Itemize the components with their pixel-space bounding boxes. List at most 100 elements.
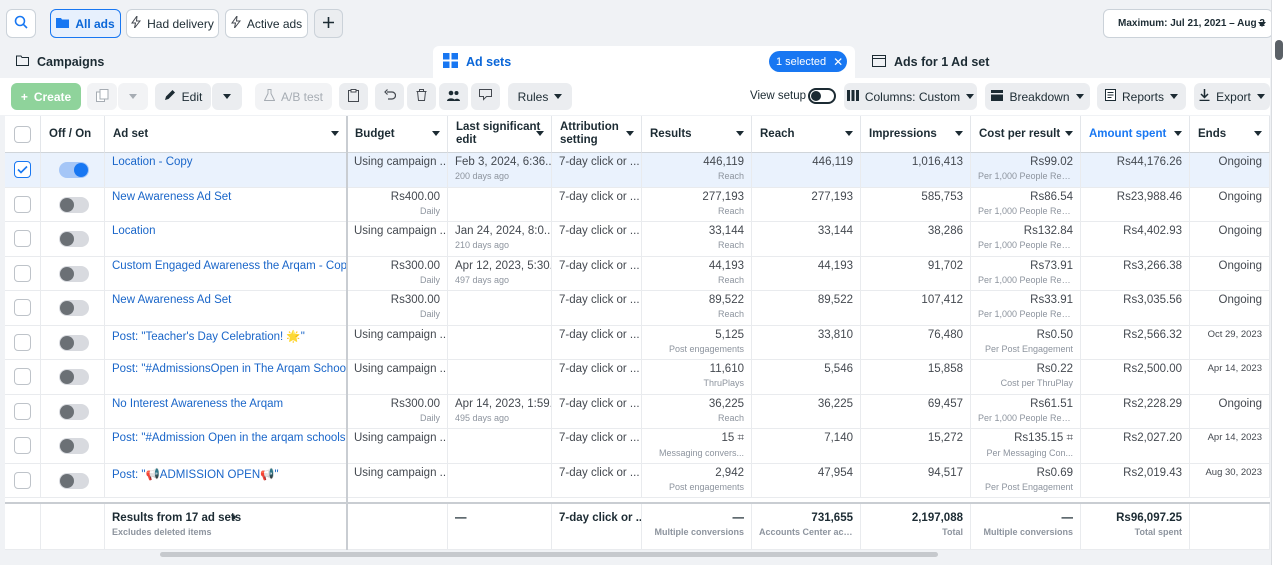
audience-button[interactable]	[439, 83, 468, 110]
col-ends[interactable]: Ends	[1190, 116, 1270, 153]
delivery-toggle[interactable]	[59, 472, 89, 489]
ad-set-name-link[interactable]: Post: "#AdmissionsOpen in The Arqam Scho…	[112, 363, 346, 375]
duplicate-dropdown[interactable]	[118, 83, 148, 110]
table-row[interactable]: Location - Copy Using campaign ... Feb 3, …	[5, 153, 1270, 188]
row-checkbox[interactable]	[14, 230, 31, 247]
col-off-on[interactable]: Off / On	[41, 116, 105, 153]
sort-caret-icon[interactable]	[1065, 131, 1073, 136]
delete-button[interactable]	[407, 83, 436, 110]
col-attribution[interactable]: Attribution setting	[552, 116, 642, 153]
delivery-toggle[interactable]	[59, 162, 89, 178]
delivery-toggle[interactable]	[59, 231, 89, 247]
ad-set-name-link[interactable]: Location	[112, 225, 155, 237]
duplicate-button[interactable]	[87, 83, 117, 110]
export-button[interactable]: Export	[1194, 83, 1270, 110]
table-row[interactable]: Custom Engaged Awareness the Arqam - Cop…	[5, 256, 1270, 291]
ad-set-name-link[interactable]: Post: "#Admission Open in the arqam scho…	[112, 432, 346, 444]
sort-caret-icon[interactable]	[626, 131, 634, 136]
select-all-checkbox[interactable]	[14, 126, 31, 143]
view-setup-toggle[interactable]	[808, 88, 836, 104]
create-button[interactable]: + Create	[11, 83, 81, 110]
sort-caret-icon[interactable]	[1174, 131, 1182, 136]
selected-badge[interactable]: 1 selected ✕	[769, 51, 847, 72]
delivery-toggle[interactable]	[59, 438, 89, 454]
col-results[interactable]: Results	[642, 116, 752, 153]
tab-ad-sets[interactable]: Ad sets 1 selected ✕	[433, 46, 855, 78]
table-row[interactable]: No Interest Awareness the Arqam Rs300.00 D…	[5, 394, 1270, 429]
toggle-knob	[74, 163, 88, 177]
filter-had-delivery[interactable]: Had delivery	[126, 9, 219, 38]
tab-ads[interactable]: Ads for 1 Ad set	[862, 46, 1270, 78]
close-icon[interactable]: ✕	[833, 55, 843, 69]
col-amount-spent[interactable]: Amount spent	[1081, 116, 1190, 153]
sort-caret-icon[interactable]	[432, 131, 440, 136]
table-row[interactable]: New Awareness Ad Set Rs400.00 Daily 7-day c…	[5, 187, 1270, 222]
row-checkbox[interactable]	[14, 264, 31, 282]
ad-set-name-link[interactable]: New Awareness Ad Set	[112, 294, 231, 306]
col-impressions[interactable]: Impressions	[861, 116, 971, 153]
delivery-toggle[interactable]	[59, 403, 89, 420]
ab-test-button[interactable]: A/B test	[255, 83, 332, 110]
row-checkbox[interactable]	[14, 368, 31, 385]
sort-caret-icon[interactable]	[845, 131, 853, 136]
col-results-label: Results	[650, 127, 692, 140]
col-reach[interactable]: Reach	[752, 116, 861, 153]
search-button[interactable]	[6, 9, 36, 38]
columns-button[interactable]: Columns: Custom	[844, 83, 977, 110]
ends-cell-value: Ongoing	[1218, 294, 1262, 306]
scrollbar-thumb[interactable]	[160, 552, 938, 557]
row-checkbox[interactable]	[14, 471, 31, 489]
delivery-toggle[interactable]	[59, 300, 89, 316]
sort-caret-icon[interactable]	[331, 131, 339, 136]
delivery-toggle[interactable]	[59, 196, 89, 213]
col-cost-per-result[interactable]: Cost per result	[971, 116, 1081, 153]
breakdown-button[interactable]: Breakdown	[985, 83, 1090, 110]
table-row[interactable]: Post: "#Admission Open in the arqam scho…	[5, 429, 1270, 464]
attribution-cell-value: 7-day click or ...	[559, 259, 640, 272]
table-row[interactable]: Post: "#AdmissionsOpen in The Arqam Scho…	[5, 360, 1270, 395]
ad-set-name-link[interactable]: No Interest Awareness the Arqam	[112, 398, 283, 410]
horizontal-scrollbar[interactable]	[5, 550, 1270, 560]
undo-button[interactable]	[375, 83, 404, 110]
table-row[interactable]: Location Using campaign ... Jan 24, 2024, …	[5, 222, 1270, 257]
tab-campaigns[interactable]: Campaigns	[6, 46, 426, 78]
sort-caret-icon[interactable]	[536, 131, 544, 136]
date-range-picker[interactable]: Maximum: Jul 21, 2021 – Aug 2	[1103, 9, 1273, 38]
ad-set-name-link[interactable]: Custom Engaged Awareness the Arqam - Cop…	[112, 260, 346, 272]
delivery-toggle[interactable]	[59, 334, 89, 351]
table-row[interactable]: Post: "Teacher's Day Celebration! 🌟" Usin…	[5, 325, 1270, 360]
ad-set-name-link[interactable]: Post: "Teacher's Day Celebration! 🌟"	[112, 331, 305, 343]
table-row[interactable]: New Awareness Ad Set Rs300.00 Daily 7-day c…	[5, 291, 1270, 326]
row-checkbox[interactable]	[14, 195, 31, 213]
row-checkbox[interactable]	[14, 437, 31, 454]
row-select-cell	[5, 325, 41, 359]
row-checkbox[interactable]	[14, 299, 31, 316]
vertical-scrollbar-thumb[interactable]	[1275, 40, 1283, 60]
filter-active-ads[interactable]: Active ads	[225, 9, 308, 38]
edit-dropdown[interactable]	[212, 83, 242, 110]
ad-set-name-link[interactable]: Location - Copy	[112, 156, 193, 168]
delivery-toggle[interactable]	[59, 265, 89, 282]
info-icon[interactable]: ●	[231, 512, 236, 522]
ad-set-name-link[interactable]: Post: "📢ADMISSION OPEN📢"	[112, 469, 279, 481]
rules-button[interactable]: Rules	[508, 83, 572, 110]
add-filter-button[interactable]	[314, 9, 343, 38]
row-checkbox[interactable]	[14, 402, 31, 420]
edit-button[interactable]: Edit	[155, 83, 211, 110]
table-row[interactable]: Post: "📢ADMISSION OPEN📢" Using campaign .…	[5, 463, 1270, 498]
col-last-edit[interactable]: Last significant edit	[448, 116, 552, 153]
summary-empty-cell	[41, 504, 105, 549]
sort-caret-icon[interactable]	[1254, 131, 1262, 136]
reports-button[interactable]: Reports	[1097, 83, 1186, 110]
sort-caret-icon[interactable]	[955, 131, 963, 136]
col-ad-set[interactable]: Ad set	[105, 116, 347, 153]
preview-button[interactable]	[471, 83, 500, 110]
col-budget[interactable]: Budget	[347, 116, 448, 153]
ad-set-name-link[interactable]: New Awareness Ad Set	[112, 191, 231, 203]
row-checkbox[interactable]	[14, 161, 31, 178]
clipboard-button[interactable]	[339, 83, 368, 110]
sort-caret-icon[interactable]	[736, 131, 744, 136]
filter-all-ads[interactable]: All ads	[50, 9, 121, 38]
row-checkbox[interactable]	[14, 333, 31, 351]
delivery-toggle[interactable]	[59, 369, 89, 385]
